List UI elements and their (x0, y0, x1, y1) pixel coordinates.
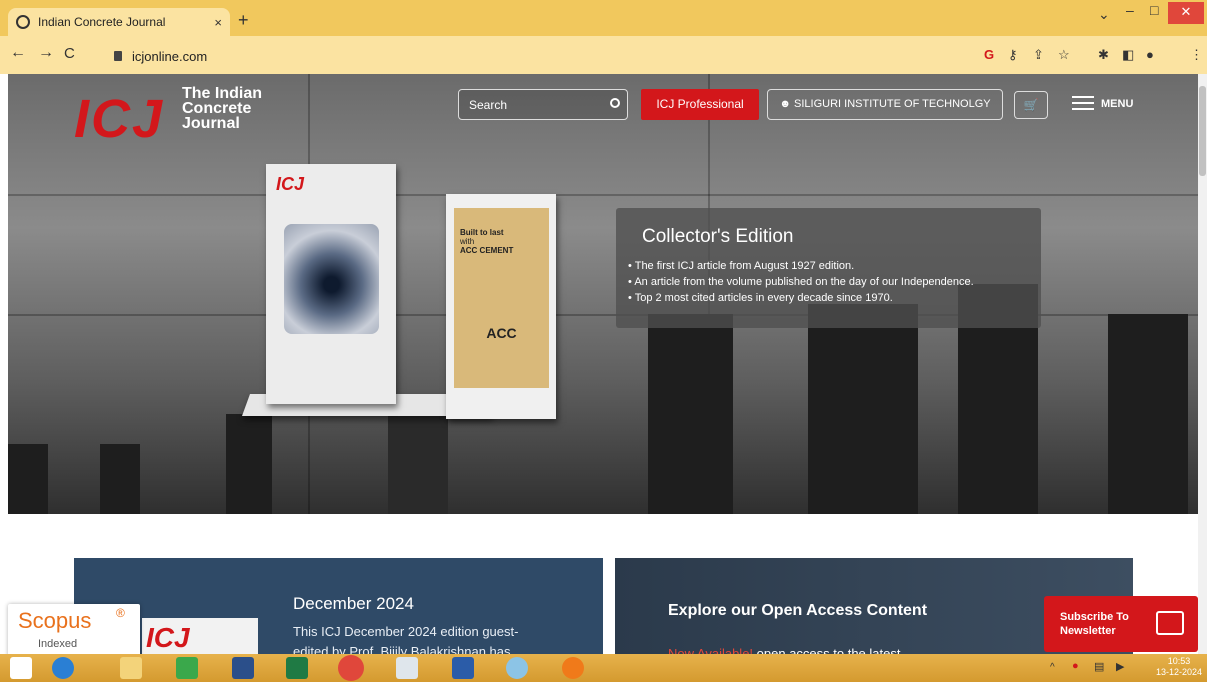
tab-title: Indian Concrete Journal (38, 15, 166, 29)
scopus-indexed-label: Indexed (38, 638, 78, 650)
thumbnail-icj-logo: ICJ (146, 622, 190, 653)
advert-line: with (460, 237, 475, 246)
tray-app-icon[interactable]: ● (1072, 660, 1079, 672)
edition-description: This ICJ December 2024 edition guest- (293, 624, 519, 639)
web-page: ICJ The Indian Concrete Journal Search I… (0, 74, 1198, 654)
site-globe-icon (16, 15, 30, 29)
search-icon[interactable] (610, 98, 620, 108)
tray-chevron-icon[interactable]: ^ (1050, 662, 1055, 673)
user-icon: ☻ (779, 98, 795, 110)
institution-label: SILIGURI INSTITUTE OF TECHNOLGY (794, 98, 991, 110)
internet-explorer-icon[interactable] (52, 657, 74, 679)
scopus-reg-mark: ® (116, 606, 125, 620)
logo-wordmark[interactable]: The Indian Concrete Journal (182, 85, 262, 132)
subscribe-line: Newsletter (1060, 625, 1116, 637)
open-access-text: open access to the latest (753, 646, 901, 654)
app-window-icon[interactable] (232, 657, 254, 679)
book-icj-logo: ICJ (276, 174, 305, 194)
chrome-icon[interactable] (338, 655, 364, 681)
now-available-link[interactable]: Now Available! (668, 646, 753, 654)
institution-account-button[interactable]: ☻ SILIGURI INSTITUTE OF TECHNOLGY (767, 89, 1003, 120)
key-icon[interactable]: ⚷ (1008, 47, 1018, 63)
tab-search-chevron-icon[interactable]: ⌄ (1098, 6, 1110, 23)
reload-button[interactable]: C (64, 45, 75, 62)
firefox-icon[interactable] (562, 657, 584, 679)
google-icon[interactable]: G (984, 47, 994, 62)
browser-tab[interactable]: Indian Concrete Journal × (8, 8, 230, 36)
share-icon[interactable]: ⇪ (1033, 47, 1044, 63)
logo-line: Journal (182, 115, 240, 132)
volume-muted-icon[interactable]: ▶ (1116, 660, 1124, 673)
file-explorer-icon[interactable] (120, 657, 142, 679)
menu-label[interactable]: MENU (1101, 98, 1133, 110)
excel-icon[interactable] (286, 657, 308, 679)
maximize-button[interactable]: □ (1150, 2, 1158, 18)
acc-cement-advert: Built to last with ACC CEMENT ACC (454, 208, 549, 388)
logo-line: Concrete (182, 100, 252, 117)
star-icon[interactable]: ☆ (1058, 47, 1070, 63)
sidepanel-icon[interactable]: ◧ (1122, 47, 1134, 63)
calculator-icon[interactable] (396, 657, 418, 679)
advert-line: Built to last (460, 228, 504, 237)
start-button-icon[interactable] (10, 657, 32, 679)
book-cover-1: ICJ (266, 164, 396, 404)
collectors-edition-title: Collector's Edition (642, 226, 794, 247)
icj-professional-button[interactable]: ICJ Professional (641, 89, 759, 120)
new-tab-button[interactable]: + (238, 10, 249, 31)
edition-thumbnail: ICJ (142, 618, 258, 654)
clock-time: 10:53 (1167, 656, 1191, 666)
edition-description: edited by Prof. Bijily Balakrishnan has (293, 644, 511, 654)
icj-logo[interactable]: ICJ (74, 88, 164, 150)
hero-banner: ICJ The Indian Concrete Journal Search I… (8, 74, 1198, 514)
kebab-menu-icon[interactable]: ⋮ (1190, 47, 1203, 63)
cart-icon[interactable]: 🛒 (1014, 91, 1048, 119)
word-icon[interactable] (452, 657, 474, 679)
scopus-indexed-badge[interactable]: Scopus ® Indexed (8, 604, 140, 654)
extensions-icon[interactable]: ✱ (1098, 47, 1109, 63)
lock-icon (114, 51, 122, 61)
subscribe-line: Subscribe To (1060, 611, 1129, 623)
collectors-edition-item: An article from the volume published on … (628, 274, 1029, 290)
logo-line: The Indian (182, 85, 262, 102)
back-button[interactable]: ← (10, 44, 26, 62)
search-input[interactable]: Search (458, 89, 628, 120)
collectors-edition-item: Top 2 most cited articles in every decad… (628, 290, 1029, 306)
scopus-name: Scopus (18, 608, 92, 633)
scrollbar-thumb[interactable] (1199, 86, 1206, 176)
collectors-edition-books[interactable]: ICJ Built to last with ACC CEMENT ACC (241, 164, 576, 444)
tab-close-icon[interactable]: × (214, 15, 222, 30)
collectors-edition-list: The first ICJ article from August 1927 e… (628, 258, 1029, 306)
store-icon[interactable] (176, 657, 198, 679)
url-bar[interactable]: icjonline.com (104, 44, 1104, 68)
newspaper-icon (1156, 611, 1184, 635)
open-access-title: Explore our Open Access Content (668, 602, 928, 619)
forward-button[interactable]: → (38, 44, 54, 62)
network-icon[interactable]: ▤ (1094, 660, 1104, 673)
collectors-edition-item: The first ICJ article from August 1927 e… (628, 258, 1029, 274)
subscribe-label: Subscribe To Newsletter (1060, 610, 1129, 638)
minimize-button[interactable]: – (1126, 2, 1134, 18)
advert-line: ACC CEMENT (460, 246, 514, 255)
clock[interactable]: 10:53 13-12-2024 (1156, 656, 1202, 678)
latest-edition-card[interactable]: ICJ December 2024 This ICJ December 2024… (74, 558, 603, 654)
staircase-image (284, 224, 379, 334)
url-text: icjonline.com (132, 48, 208, 64)
edition-title: December 2024 (293, 594, 414, 613)
book-cover-2: Built to last with ACC CEMENT ACC (446, 194, 556, 419)
profile-icon[interactable]: ● (1146, 47, 1154, 62)
paint-icon[interactable] (506, 657, 528, 679)
hamburger-menu-icon[interactable] (1072, 96, 1094, 110)
collectors-edition-info: Collector's Edition The first ICJ articl… (616, 208, 1041, 328)
clock-date: 13-12-2024 (1156, 667, 1203, 677)
close-window-button[interactable]: ✕ (1168, 2, 1204, 24)
open-access-description: Now Available! open access to the latest (668, 646, 900, 654)
subscribe-newsletter-button[interactable]: Subscribe To Newsletter (1044, 596, 1198, 652)
acc-brand: ACC (486, 325, 517, 341)
